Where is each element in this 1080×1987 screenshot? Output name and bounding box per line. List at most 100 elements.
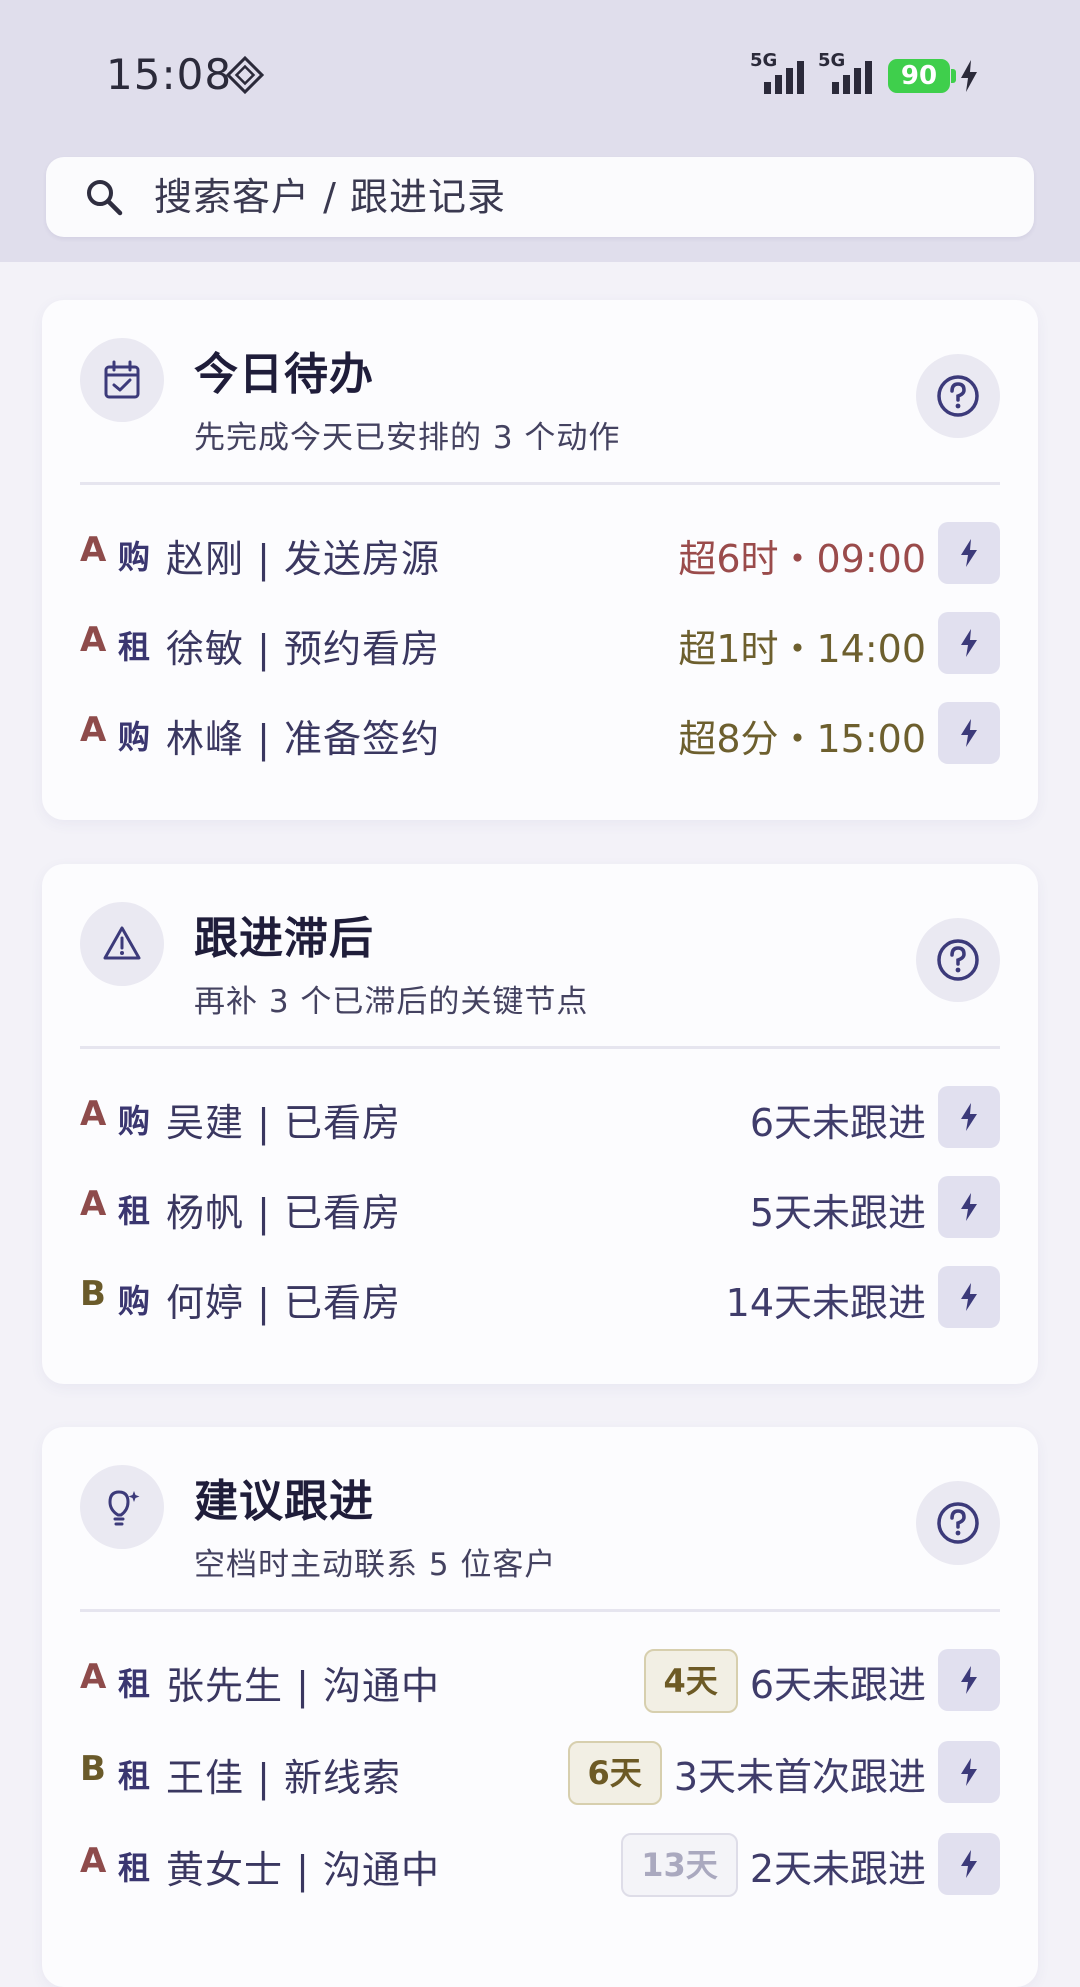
followup-status: 6天未跟进 (749, 1662, 926, 1707)
divider (80, 1046, 1000, 1049)
card-today-todo: 今日待办 先完成今天已安排的 3 个动作 A 购 赵刚 | 发送房源 超6时・0… (42, 300, 1038, 820)
grade-label: A (80, 1184, 107, 1224)
search-icon (87, 180, 123, 216)
client-task: 吴建 | 已看房 (166, 1101, 401, 1145)
quick-action-button[interactable] (938, 612, 1000, 674)
signal-bars-icon (764, 61, 804, 94)
deal-type-label: 购 (118, 538, 151, 576)
deal-type-label: 购 (118, 718, 151, 756)
deal-type-label: 租 (118, 1849, 151, 1887)
lightning-icon (961, 1193, 977, 1221)
quick-action-button[interactable] (938, 1266, 1000, 1328)
card-suggest: 建议跟进 空档时主动联系 5 位客户 A 租 张先生 | 沟通中 4天 6天未跟… (42, 1427, 1038, 1987)
grade-label: A (80, 1841, 107, 1881)
quick-action-button[interactable] (938, 702, 1000, 764)
client-task: 王佳 | 新线索 (166, 1756, 401, 1800)
days-badge: 6天 (567, 1741, 662, 1805)
card-subtitle: 先完成今天已安排的 3 个动作 (194, 420, 621, 456)
help-button[interactable] (916, 354, 1000, 438)
overdue-row[interactable]: A 租 杨帆 | 已看房 5天未跟进 (42, 1166, 1038, 1256)
lightning-icon (961, 1103, 977, 1131)
help-button[interactable] (916, 1481, 1000, 1565)
help-button[interactable] (916, 918, 1000, 1002)
signal-strength-1: 5G (750, 50, 810, 96)
quick-action-button[interactable] (938, 1086, 1000, 1148)
followup-status: 6天未跟进 (749, 1101, 926, 1145)
client-task: 何婷 | 已看房 (166, 1281, 401, 1325)
battery-tip (951, 69, 956, 83)
divider (80, 482, 1000, 485)
grade-label: A (80, 620, 107, 660)
help-circle-icon (937, 939, 979, 981)
warning-triangle-icon (80, 902, 164, 986)
status-bar: 15:08 5G 5G 90 (0, 0, 1080, 150)
todo-row[interactable]: A 租 徐敏 | 预约看房 超1时・14:00 (42, 602, 1038, 692)
client-task: 赵刚 | 发送房源 (166, 537, 440, 581)
grade-label: A (80, 1657, 107, 1697)
card-title: 建议跟进 (194, 1476, 374, 1527)
charging-icon (961, 60, 977, 92)
days-badge: 4天 (643, 1649, 738, 1713)
due-time: 超6时・09:00 (678, 537, 926, 581)
grade-label: B (80, 1274, 106, 1314)
lightning-icon (961, 1283, 977, 1311)
suggest-row[interactable]: B 租 王佳 | 新线索 6天 3天未首次跟进 (42, 1731, 1038, 1823)
help-circle-icon (937, 1502, 979, 1544)
due-time: 超8分・15:00 (678, 717, 926, 761)
client-task: 杨帆 | 已看房 (166, 1191, 401, 1235)
days-badge: 13天 (621, 1833, 738, 1897)
deal-type-label: 租 (118, 1192, 151, 1230)
followup-status: 3天未首次跟进 (673, 1754, 926, 1799)
help-circle-icon (937, 375, 979, 417)
card-subtitle: 空档时主动联系 5 位客户 (194, 1547, 557, 1583)
grade-label: B (80, 1749, 106, 1789)
calendar-check-icon (80, 338, 164, 422)
card-title: 跟进滞后 (194, 913, 374, 964)
lightbulb-icon (80, 1465, 164, 1549)
lightning-icon (961, 1666, 977, 1694)
client-task: 张先生 | 沟通中 (166, 1664, 440, 1708)
quick-action-button[interactable] (938, 1741, 1000, 1803)
grade-label: A (80, 1094, 107, 1134)
suggest-row[interactable]: A 租 张先生 | 沟通中 4天 6天未跟进 (42, 1639, 1038, 1731)
battery-indicator: 90 (888, 59, 950, 93)
lightning-icon (961, 719, 977, 747)
search-bar[interactable]: 搜索客户 / 跟进记录 (46, 157, 1034, 237)
overdue-row[interactable]: A 购 吴建 | 已看房 6天未跟进 (42, 1076, 1038, 1166)
client-task: 徐敏 | 预约看房 (166, 627, 440, 671)
lightning-icon (961, 1758, 977, 1786)
search-input[interactable]: 搜索客户 / 跟进记录 (154, 157, 506, 237)
deal-type-label: 租 (118, 1757, 151, 1795)
signal-strength-2: 5G (818, 50, 878, 96)
quick-action-button[interactable] (938, 522, 1000, 584)
suggest-row[interactable]: A 租 黄女士 | 沟通中 13天 2天未跟进 (42, 1823, 1038, 1915)
lightning-icon (961, 539, 977, 567)
divider (80, 1609, 1000, 1612)
lightning-icon (961, 1850, 977, 1878)
followup-status: 14天未跟进 (725, 1281, 926, 1325)
quick-action-button[interactable] (938, 1649, 1000, 1711)
due-time: 超1时・14:00 (678, 627, 926, 671)
quick-action-button[interactable] (938, 1833, 1000, 1895)
client-task: 林峰 | 准备签约 (166, 717, 440, 761)
signal-bars-icon (832, 61, 872, 94)
card-overdue: 跟进滞后 再补 3 个已滞后的关键节点 A 购 吴建 | 已看房 6天未跟进 A… (42, 864, 1038, 1384)
grade-label: A (80, 530, 107, 570)
deal-type-label: 租 (118, 1665, 151, 1703)
deal-type-label: 购 (118, 1282, 151, 1320)
nfc-icon (226, 56, 264, 94)
todo-row[interactable]: A 购 赵刚 | 发送房源 超6时・09:00 (42, 512, 1038, 602)
grade-label: A (80, 710, 107, 750)
clock: 15:08 (106, 50, 233, 99)
card-title: 今日待办 (194, 349, 374, 400)
followup-status: 2天未跟进 (749, 1846, 926, 1891)
deal-type-label: 购 (118, 1102, 151, 1140)
top-area: 15:08 5G 5G 90 搜索客户 / 跟进记录 (0, 0, 1080, 262)
card-subtitle: 再补 3 个已滞后的关键节点 (194, 984, 589, 1020)
deal-type-label: 租 (118, 628, 151, 666)
client-task: 黄女士 | 沟通中 (166, 1848, 440, 1892)
todo-row[interactable]: A 购 林峰 | 准备签约 超8分・15:00 (42, 692, 1038, 782)
quick-action-button[interactable] (938, 1176, 1000, 1238)
overdue-row[interactable]: B 购 何婷 | 已看房 14天未跟进 (42, 1256, 1038, 1346)
followup-status: 5天未跟进 (749, 1191, 926, 1235)
